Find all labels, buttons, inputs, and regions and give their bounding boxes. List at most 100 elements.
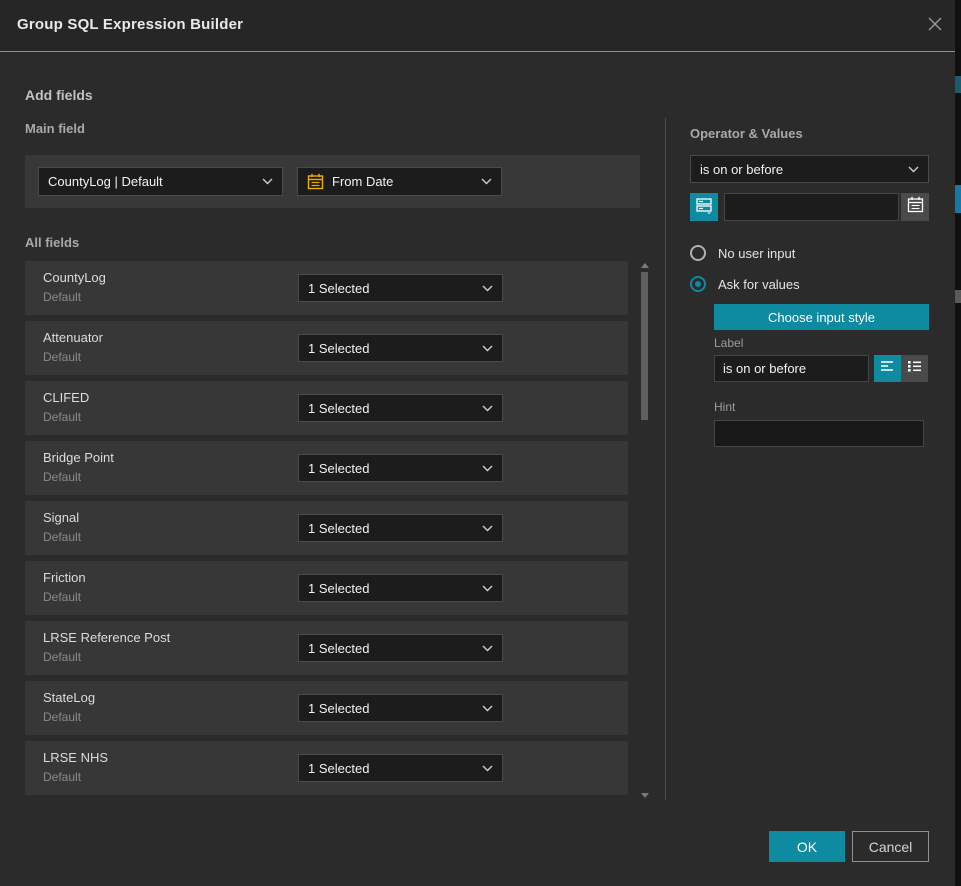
field-subtitle: Default (43, 290, 81, 304)
edge-accent-segment (955, 76, 961, 93)
radio-option-label: Ask for values (718, 277, 800, 292)
add-fields-heading: Add fields (25, 87, 93, 103)
radio-icon (690, 245, 706, 261)
panel-divider (665, 118, 666, 800)
field-subtitle: Default (43, 590, 81, 604)
chevron-down-icon (482, 645, 493, 652)
field-row: LRSE Reference Post Default 1 Selected (25, 621, 628, 675)
field-row: Bridge Point Default 1 Selected (25, 441, 628, 495)
field-values-select[interactable]: 1 Selected (298, 334, 503, 362)
field-values-select-value: 1 Selected (308, 581, 474, 596)
list-style-button[interactable] (901, 355, 928, 382)
field-subtitle: Default (43, 710, 81, 724)
scroll-down-arrow-icon[interactable] (641, 793, 649, 798)
radio-icon (690, 276, 706, 292)
hint-input[interactable] (714, 420, 924, 447)
operator-select-value: is on or before (700, 162, 900, 177)
dialog-title: Group SQL Expression Builder (17, 16, 243, 33)
field-values-select[interactable]: 1 Selected (298, 274, 503, 302)
field-values-select-value: 1 Selected (308, 401, 474, 416)
field-subtitle: Default (43, 530, 81, 544)
field-values-select[interactable]: 1 Selected (298, 574, 503, 602)
field-values-select-value: 1 Selected (308, 461, 474, 476)
ok-button[interactable]: OK (769, 831, 845, 862)
field-name: Friction (43, 570, 86, 585)
field-name: CLIFED (43, 390, 89, 405)
unique-values-button[interactable] (690, 193, 718, 221)
field-row: LRSE NHS Default 1 Selected (25, 741, 628, 795)
list-select-icon (695, 196, 713, 219)
all-fields-list: CountyLog Default 1 Selected Attenuator … (25, 261, 628, 801)
field-name: Bridge Point (43, 450, 114, 465)
field-values-select[interactable]: 1 Selected (298, 514, 503, 542)
main-field-heading: Main field (25, 121, 85, 136)
close-button[interactable] (923, 14, 947, 38)
chevron-down-icon (482, 345, 493, 352)
dataset-select-value: CountyLog | Default (48, 174, 254, 189)
chevron-down-icon (482, 465, 493, 472)
chevron-down-icon (482, 765, 493, 772)
field-name: StateLog (43, 690, 95, 705)
field-subtitle: Default (43, 650, 81, 664)
label-caption: Label (714, 336, 743, 350)
calendar-icon (307, 173, 324, 190)
dataset-select[interactable]: CountyLog | Default (38, 167, 283, 196)
field-values-select-value: 1 Selected (308, 341, 474, 356)
radio-option-label: No user input (718, 246, 795, 261)
chevron-down-icon (482, 525, 493, 532)
field-row: Signal Default 1 Selected (25, 501, 628, 555)
all-fields-heading: All fields (25, 235, 79, 250)
value-input[interactable] (724, 193, 899, 221)
field-values-select-value: 1 Selected (308, 641, 474, 656)
chevron-down-icon (482, 405, 493, 412)
field-name: LRSE Reference Post (43, 630, 170, 645)
field-values-select[interactable]: 1 Selected (298, 634, 503, 662)
edge-accent-segment (955, 185, 961, 213)
chevron-down-icon (482, 285, 493, 292)
field-subtitle: Default (43, 470, 81, 484)
field-values-select-value: 1 Selected (308, 761, 474, 776)
chevron-down-icon (482, 705, 493, 712)
field-values-select-value: 1 Selected (308, 521, 474, 536)
field-values-select[interactable]: 1 Selected (298, 754, 503, 782)
titlebar: Group SQL Expression Builder (0, 0, 961, 52)
date-picker-button[interactable] (901, 193, 929, 221)
field-subtitle: Default (43, 410, 81, 424)
close-icon (927, 16, 943, 37)
cancel-button[interactable]: Cancel (852, 831, 929, 862)
label-input[interactable] (714, 355, 869, 382)
field-values-select-value: 1 Selected (308, 701, 474, 716)
field-subtitle: Default (43, 770, 81, 784)
field-name: CountyLog (43, 270, 106, 285)
field-row: StateLog Default 1 Selected (25, 681, 628, 735)
field-row: Friction Default 1 Selected (25, 561, 628, 615)
chevron-down-icon (481, 178, 492, 185)
field-row: CountyLog Default 1 Selected (25, 261, 628, 315)
calendar-icon (907, 196, 924, 218)
field-values-select[interactable]: 1 Selected (298, 454, 503, 482)
field-name: LRSE NHS (43, 750, 108, 765)
align-left-icon (880, 359, 896, 378)
main-field-row: CountyLog | Default From Date (25, 155, 640, 208)
scroll-up-arrow-icon[interactable] (641, 263, 649, 268)
field-name: Attenuator (43, 330, 103, 345)
list-scrollbar[interactable] (640, 261, 650, 800)
field-values-select[interactable]: 1 Selected (298, 694, 503, 722)
main-field-select-value: From Date (332, 174, 473, 189)
scrollbar-thumb[interactable] (641, 272, 648, 420)
radio-option[interactable]: No user input (690, 245, 795, 261)
chevron-down-icon (482, 585, 493, 592)
operator-select[interactable]: is on or before (690, 155, 929, 183)
field-name: Signal (43, 510, 79, 525)
field-row: CLIFED Default 1 Selected (25, 381, 628, 435)
hint-caption: Hint (714, 400, 735, 414)
operator-values-heading: Operator & Values (690, 126, 803, 141)
chevron-down-icon (262, 178, 273, 185)
main-field-select[interactable]: From Date (297, 167, 502, 196)
field-values-select[interactable]: 1 Selected (298, 394, 503, 422)
choose-input-style-button[interactable]: Choose input style (714, 304, 929, 330)
edge-gray-segment (955, 290, 961, 303)
single-line-style-button[interactable] (874, 355, 901, 382)
chevron-down-icon (908, 166, 919, 173)
radio-option[interactable]: Ask for values (690, 276, 800, 292)
